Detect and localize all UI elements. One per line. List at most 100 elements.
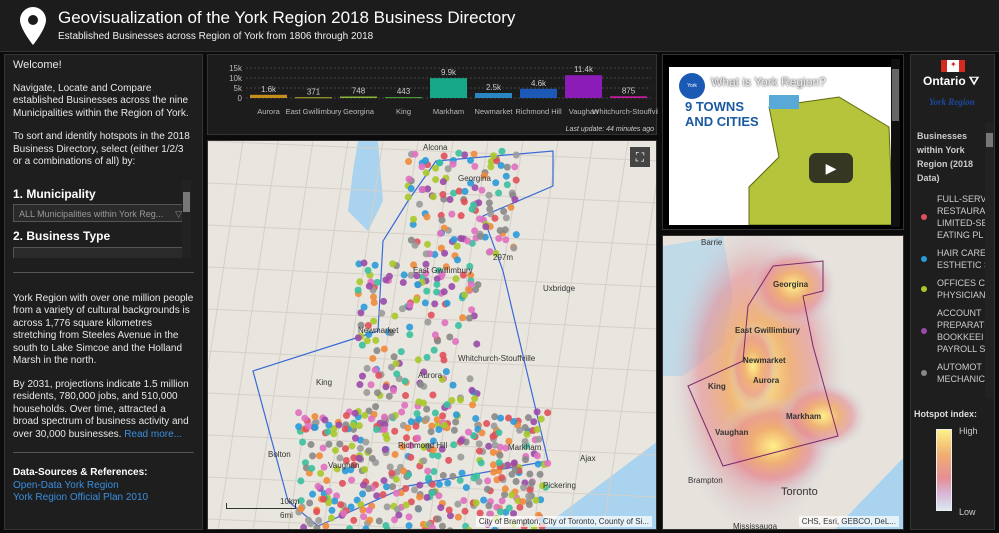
last-update: Last update: 44 minutes ago bbox=[566, 126, 654, 133]
filter-scrollbar[interactable] bbox=[182, 179, 191, 258]
business-point bbox=[457, 212, 465, 220]
business-point bbox=[485, 199, 493, 207]
read-more-link[interactable]: Read more... bbox=[124, 429, 182, 440]
business-point bbox=[462, 483, 470, 491]
legend-label-line: BOOKKEEI bbox=[937, 332, 984, 342]
chevron-down-icon: ▽ bbox=[175, 209, 182, 219]
official-plan-link[interactable]: York Region Official Plan 2010 bbox=[13, 492, 194, 505]
legend-item[interactable]: AUTOMOT MECHANIC bbox=[911, 361, 986, 385]
business-point bbox=[371, 261, 379, 269]
road bbox=[208, 350, 656, 372]
legend-label-line: HAIR CARE bbox=[937, 248, 986, 258]
business-point bbox=[324, 428, 332, 436]
business-point bbox=[496, 508, 504, 516]
bar-1[interactable] bbox=[295, 97, 332, 99]
business-point bbox=[356, 381, 364, 389]
video-scrollbar[interactable] bbox=[891, 59, 900, 227]
business-point bbox=[475, 440, 483, 448]
business-point bbox=[473, 340, 481, 348]
fullscreen-button[interactable]: ⛶ bbox=[630, 147, 650, 167]
open-data-link[interactable]: Open-Data York Region bbox=[13, 480, 194, 493]
business-point bbox=[489, 432, 497, 440]
y-tick-label: 5k bbox=[234, 84, 243, 93]
business-point bbox=[544, 459, 552, 467]
business-point bbox=[383, 483, 391, 491]
legend-label-line: FULL-SERV bbox=[937, 194, 986, 204]
business-point bbox=[438, 216, 446, 224]
hotspot-label: Georgina bbox=[773, 280, 809, 289]
business-point bbox=[472, 286, 480, 294]
legend-item[interactable]: HAIR CARE ESTHETIC S bbox=[911, 247, 986, 271]
business-point bbox=[532, 496, 540, 504]
business-point bbox=[503, 163, 511, 171]
business-point bbox=[341, 425, 349, 433]
business-point bbox=[519, 498, 527, 506]
business-point bbox=[328, 506, 336, 514]
video-title: What is York Region? bbox=[711, 75, 826, 89]
video-thumbnail[interactable]: York Region What is York Region? 9 TOWNS… bbox=[669, 67, 893, 225]
app-subtitle: Established Businesses across Region of … bbox=[58, 31, 374, 42]
map-canvas[interactable] bbox=[208, 141, 657, 530]
business-point bbox=[487, 163, 495, 171]
legend-scrollbar[interactable] bbox=[985, 123, 994, 398]
business-point bbox=[544, 409, 552, 417]
business-point bbox=[434, 337, 442, 345]
business-type-select[interactable] bbox=[13, 246, 188, 258]
business-point bbox=[435, 480, 443, 488]
business-point bbox=[340, 509, 348, 517]
business-point bbox=[454, 513, 462, 521]
business-point bbox=[325, 487, 333, 495]
play-icon[interactable]: ▶ bbox=[809, 153, 853, 183]
legend-item[interactable]: ACCOUNT PREPARATI BOOKKEEI PAYROLL S bbox=[911, 307, 986, 355]
business-point bbox=[295, 409, 303, 417]
hotspot-map[interactable]: Barrie Georgina East Gwillimbury Newmarket A… bbox=[662, 235, 904, 530]
x-tick-label: Georgina bbox=[343, 107, 375, 116]
bar-5[interactable] bbox=[475, 93, 512, 98]
business-point bbox=[386, 463, 394, 471]
bar-7[interactable] bbox=[565, 75, 602, 98]
business-point bbox=[457, 234, 465, 242]
bar-6[interactable] bbox=[520, 88, 557, 98]
business-map[interactable]: Alcona Georgina Uxbridge Newmarket Aurora Kin… bbox=[207, 140, 657, 530]
municipality-select[interactable]: ALL Municipalities within York Reg... ▽ bbox=[13, 204, 188, 222]
bar-4[interactable] bbox=[430, 78, 467, 98]
business-point bbox=[505, 414, 513, 422]
business-point bbox=[300, 523, 308, 529]
business-point bbox=[363, 389, 371, 397]
x-tick-label: Aurora bbox=[257, 107, 280, 116]
legend-label-line: LIMITED-SE bbox=[937, 218, 986, 228]
business-point bbox=[373, 492, 381, 500]
bar-2[interactable] bbox=[340, 96, 377, 98]
bar-8[interactable] bbox=[610, 96, 647, 98]
business-point bbox=[533, 408, 541, 416]
business-point bbox=[423, 493, 431, 501]
business-point bbox=[430, 467, 438, 475]
legend-item[interactable]: OFFICES C PHYSICIAN bbox=[911, 277, 986, 301]
filter-section: 1. Municipality ALL Municipalities withi… bbox=[13, 179, 194, 258]
business-point bbox=[319, 495, 327, 503]
business-point bbox=[398, 305, 406, 313]
business-point bbox=[502, 236, 510, 244]
business-point bbox=[441, 319, 449, 327]
business-point bbox=[351, 434, 359, 442]
bar-3[interactable] bbox=[385, 97, 422, 99]
business-point bbox=[380, 345, 388, 353]
business-point bbox=[440, 421, 448, 429]
business-point bbox=[397, 348, 405, 356]
bar-0[interactable] bbox=[250, 94, 287, 98]
video-player[interactable]: York Region What is York Region? 9 TOWNS… bbox=[662, 54, 904, 230]
business-point bbox=[351, 409, 359, 417]
business-point bbox=[445, 456, 453, 464]
legend-label-line: PREPARATI bbox=[937, 320, 986, 330]
business-point bbox=[461, 507, 469, 515]
business-point bbox=[416, 481, 424, 489]
business-point bbox=[385, 392, 393, 400]
business-point bbox=[297, 505, 305, 513]
legend-item[interactable]: FULL-SERV RESTAURA LIMITED-SE EATING PL bbox=[911, 193, 986, 241]
business-point bbox=[373, 347, 381, 355]
data-label: 2.5k bbox=[486, 83, 502, 92]
legend-label-line: ESTHETIC S bbox=[937, 260, 986, 270]
x-tick-label: East Gwillimbury bbox=[286, 107, 342, 116]
business-point bbox=[361, 466, 369, 474]
york-region-logo: York Region bbox=[929, 97, 975, 107]
